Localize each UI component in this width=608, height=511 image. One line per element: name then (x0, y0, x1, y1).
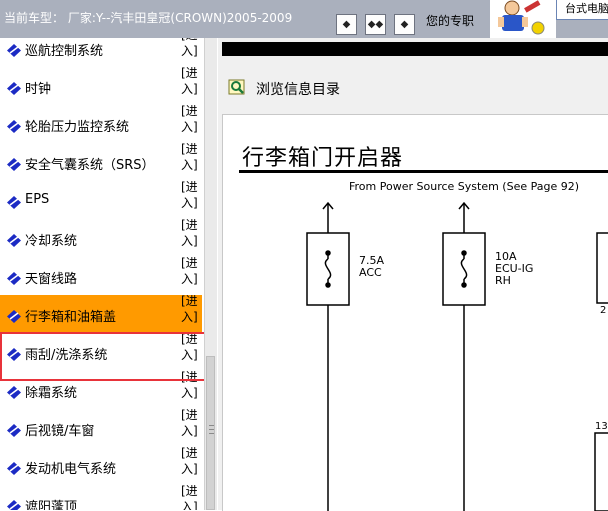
diamond-icon (7, 232, 21, 247)
diamond-icon (7, 118, 21, 133)
sidebar-item-4[interactable]: EPS [进入] (0, 179, 203, 219)
browse-search-icon (228, 78, 246, 96)
sidebar-item-10[interactable]: 后视镜/车窗 [进入] (0, 407, 203, 447)
enter-link[interactable]: [进入] (181, 65, 203, 97)
nav-next-button[interactable]: ◆ (394, 14, 415, 35)
content-pane: 浏览信息目录 行李箱门开启器 From Power Source System … (218, 38, 608, 511)
sidebar-item-label: 后视镜/车窗 (25, 424, 95, 439)
enter-link[interactable]: [进入] (181, 407, 203, 439)
sidebar-item-label: 轮胎压力监控系统 (25, 120, 130, 135)
diamond-icon (7, 460, 21, 475)
enter-link[interactable]: [进入] (181, 255, 203, 287)
scrollbar-thumb[interactable] (206, 356, 215, 510)
circuit-drawing (306, 201, 608, 511)
sidebar-item-label: 安全气囊系统（SRS） (25, 158, 155, 173)
current-vehicle-text: 当前车型： 厂家:Y--汽丰田皇冠(CROWN)2005-2009 (4, 11, 293, 25)
edge-label-1: 2 (600, 305, 607, 316)
wiring-diagram-document: 行李箱门开启器 From Power Source System (See Pa… (222, 114, 608, 511)
diamond-icon (7, 308, 21, 323)
diamond-icon (7, 80, 21, 95)
selection-highlight-box (0, 332, 207, 381)
nav-both-button[interactable]: ◆◆ (365, 14, 386, 35)
sidebar-item-label: 发动机电气系统 (25, 462, 117, 477)
browse-directory-link[interactable]: 浏览信息目录 (222, 74, 608, 100)
enter-link[interactable]: [进入] (181, 141, 203, 173)
toolbar-strip (222, 42, 608, 56)
welcome-text: 您的专职 (426, 14, 475, 28)
sidebar: 巡航控制系统 [进入] 时钟 [进入] 轮胎压力监控系统 [进入] 安全气囊系统（SRS） [… (0, 38, 218, 510)
nav-prev-button[interactable]: ◆ (336, 14, 357, 35)
edge-label-2: 13 (595, 421, 608, 432)
enter-link[interactable]: [进入] (181, 179, 203, 211)
diamond-icon (7, 194, 21, 209)
sidebar-item-7[interactable]: 行李箱和油箱盖 [进入] (0, 293, 203, 333)
sidebar-item-5[interactable]: 冷却系统 [进入] (0, 217, 203, 257)
top-bar: 当前车型： 厂家:Y--汽丰田皇冠(CROWN)2005-2009 ◆ ◆◆ ◆… (0, 0, 608, 38)
sidebar-item-1[interactable]: 时钟 [进入] (0, 65, 203, 105)
logo-caption: 台式电脑 (556, 0, 608, 20)
diamond-icon (7, 42, 21, 57)
sidebar-item-label: 行李箱和油箱盖 (25, 310, 117, 325)
sidebar-item-2[interactable]: 轮胎压力监控系统 [进入] (0, 103, 203, 143)
fuse-2-label: 10A ECU-IG RH (495, 251, 533, 287)
browse-directory-label: 浏览信息目录 (256, 82, 340, 98)
mechanic-logo-icon (490, 0, 556, 38)
sidebar-item-label: 天窗线路 (25, 272, 78, 287)
sidebar-item-6[interactable]: 天窗线路 [进入] (0, 255, 203, 295)
sidebar-scrollbar[interactable] (204, 38, 217, 510)
diamond-icon (7, 422, 21, 437)
sidebar-item-12[interactable]: 遮阳蓬顶 [进入] (0, 483, 203, 510)
sidebar-item-label: EPS (25, 192, 50, 207)
sidebar-item-0[interactable]: 巡航控制系统 [进入] (0, 38, 202, 67)
sidebar-item-11[interactable]: 发动机电气系统 [进入] (0, 445, 203, 485)
diamond-icon (7, 498, 21, 510)
sidebar-item-label: 时钟 (25, 82, 52, 97)
fuse-1-name: ACC (359, 266, 382, 279)
fuse-2-extra: RH (495, 274, 511, 287)
enter-link[interactable]: [进入] (181, 38, 203, 59)
fuse-1-label: 7.5A ACC (359, 255, 384, 279)
diamond-icon (7, 156, 21, 171)
sidebar-item-label: 巡航控制系统 (25, 44, 104, 59)
enter-link[interactable]: [进入] (181, 445, 203, 477)
sidebar-item-3[interactable]: 安全气囊系统（SRS） [进入] (0, 141, 203, 181)
enter-link[interactable]: [进入] (181, 483, 203, 510)
sidebar-item-label: 除霜系统 (25, 386, 78, 401)
sidebar-item-label: 遮阳蓬顶 (25, 500, 78, 510)
enter-link[interactable]: [进入] (181, 217, 203, 249)
enter-link[interactable]: [进入] (181, 293, 203, 325)
enter-link[interactable]: [进入] (181, 103, 203, 135)
sidebar-item-label: 冷却系统 (25, 234, 78, 249)
diamond-icon (7, 384, 21, 399)
diamond-icon (7, 270, 21, 285)
